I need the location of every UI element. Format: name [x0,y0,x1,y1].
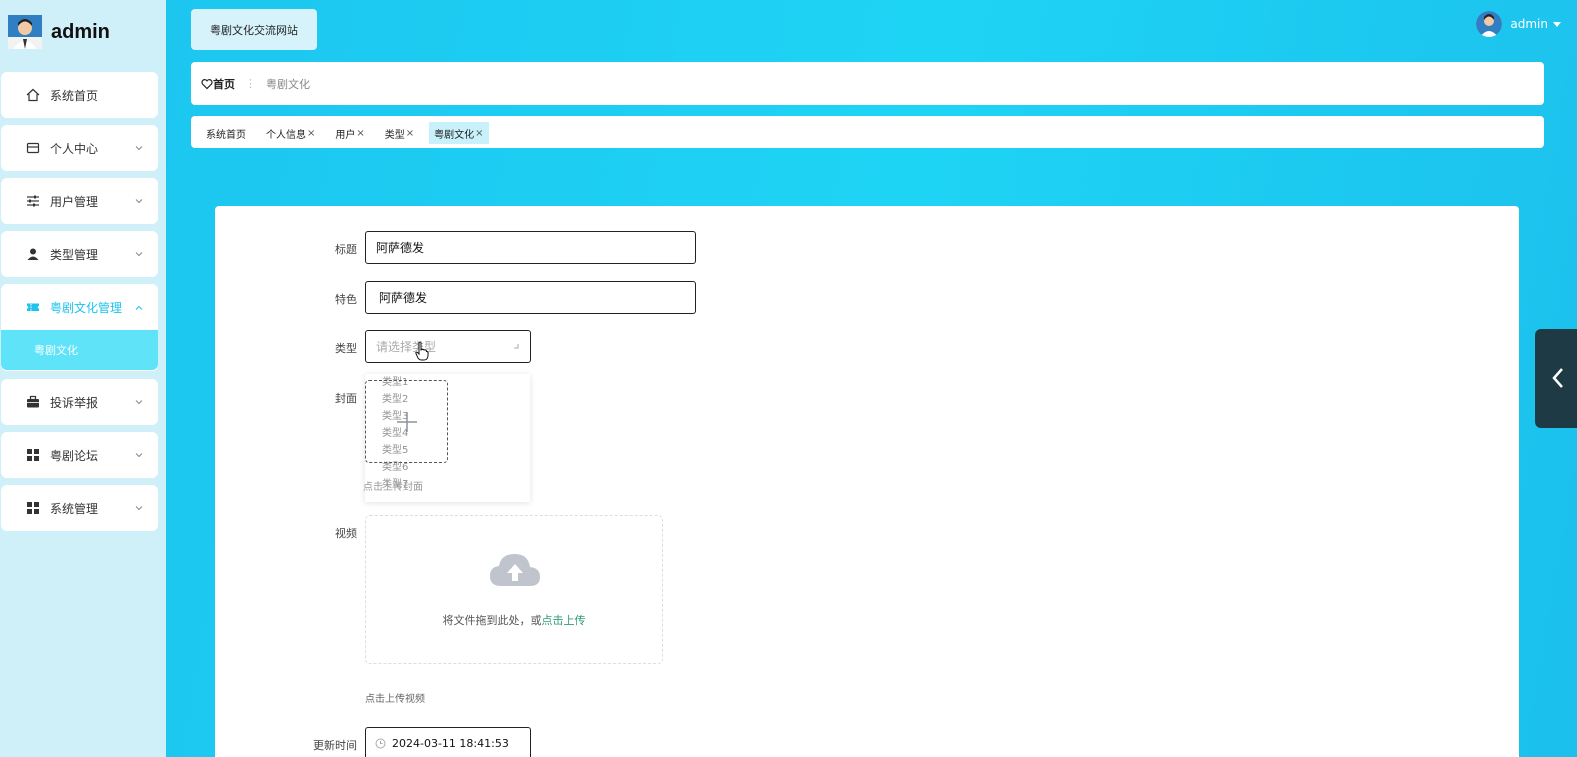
tab-label: 个人信息 [266,129,306,141]
sidebar-subitem-opera-culture[interactable]: 粤剧文化 [1,330,158,370]
tab-user[interactable]: 用户 × [330,122,369,144]
breadcrumb-separator: ⋮ [245,77,256,90]
cover-hint: 点击上传封面 [363,482,423,493]
upload-cloud-icon [490,554,540,586]
chevron-left-icon [1552,368,1563,388]
home-icon [25,87,41,103]
tab-label: 类型 [384,129,405,141]
sidebar-item-label: 个人中心 [50,141,99,156]
sidebar: admin 系统首页 个人中心 用户管理 类型管理 粤剧文化管理 粤剧文化 投诉… [0,0,166,757]
briefcase-icon [25,394,41,410]
tab-label: 粤剧文化 [434,129,475,141]
ticket-icon [25,299,41,315]
sidebar-item-personal-center[interactable]: 个人中心 [1,125,158,171]
tab-personal-info[interactable]: 个人信息 × [261,122,320,144]
plus-icon [397,412,417,432]
sidebar-item-forum[interactable]: 粤剧论坛 [1,432,158,478]
chevron-down-icon [134,195,144,205]
grid-icon [25,500,41,516]
video-drop-text: 将文件拖到此处，或点击上传 [366,612,662,628]
update-time-picker[interactable]: 2024-03-11 18:41:53 [365,727,531,757]
user-name: admin [1510,17,1548,31]
site-name-button[interactable]: 粤剧文化交流网站 [191,9,317,50]
video-upload-dropzone[interactable]: 将文件拖到此处，或点击上传 [365,515,663,664]
sidebar-item-user-management[interactable]: 用户管理 [1,178,158,224]
cover-upload[interactable] [365,380,448,463]
sidebar-item-label: 系统管理 [50,501,99,516]
sidebar-item-label: 粤剧文化管理 [50,301,123,315]
video-upload-link[interactable]: 点击上传 [542,614,586,627]
chevron-down-icon [134,396,144,406]
video-label: 视频 [335,527,357,540]
tab-home[interactable]: 系统首页 [201,122,251,144]
hand-cursor-icon [415,341,429,364]
breadcrumb-home[interactable]: 首页 [201,76,235,92]
breadcrumb-home-label: 首页 [213,77,235,91]
grid-icon [25,447,41,463]
close-icon[interactable]: × [406,128,414,139]
close-icon[interactable]: × [356,128,364,139]
tab-opera-culture[interactable]: 粤剧文化 × [429,122,489,144]
sidebar-item-label: 类型管理 [50,247,99,262]
sidebar-item-type-management[interactable]: 类型管理 [1,231,158,277]
title-input[interactable]: 阿萨德发 [365,231,696,264]
clock-icon [375,738,386,749]
sidebar-item-label: 投诉举报 [50,395,99,410]
tab-label: 用户 [335,129,356,141]
chevron-down-icon [134,502,144,512]
sidebar-item-label: 系统首页 [50,88,99,103]
close-icon[interactable]: × [475,128,483,139]
feature-input[interactable]: 阿萨德发 [365,281,696,314]
type-select[interactable]: 请选择类型 [365,330,531,363]
caret-down-icon [1553,21,1561,27]
close-icon[interactable]: × [307,128,315,139]
type-label: 类型 [335,342,357,355]
tab-label: 系统首页 [206,129,246,141]
tab-type[interactable]: 类型 × [380,122,419,144]
cover-label: 封面 [335,392,357,405]
user-menu[interactable]: admin [1476,11,1561,37]
breadcrumb-current: 粤剧文化 [266,77,310,91]
chevron-up-icon [134,302,144,312]
tags-bar: 系统首页 个人信息 × 用户 × 类型 × 粤剧文化 × [191,116,1544,148]
chevron-down-icon [134,449,144,459]
brand-avatar [8,15,42,49]
video-drop-instruction: 将文件拖到此处，或 [442,614,542,627]
brand: admin [8,14,110,50]
chevron-down-icon [134,248,144,258]
title-label: 标题 [335,243,357,256]
chevron-down-icon [134,142,144,152]
user-icon [25,246,41,262]
sidebar-item-complaints[interactable]: 投诉举报 [1,379,158,425]
heart-icon [201,78,213,89]
wallet-icon [25,140,41,156]
form-card: 标题 阿萨德发 特色 阿萨德发 类型 请选择类型 封面 类型1 类型2 类型3 … [215,206,1519,757]
sidebar-item-home[interactable]: 系统首页 [1,72,158,118]
user-avatar [1476,11,1503,37]
breadcrumb: 首页 ⋮ 粤剧文化 [191,62,1544,105]
update-time-value: 2024-03-11 18:41:53 [392,737,509,750]
watermark: CSDN @亦月学姐毕设 [1257,712,1512,741]
sidebar-item-system-management[interactable]: 系统管理 [1,485,158,531]
side-panel-toggle[interactable] [1535,329,1577,428]
update-time-label: 更新时间 [313,739,357,752]
chevron-down-icon [511,340,521,354]
sliders-icon [25,193,41,209]
sidebar-item-label: 粤剧论坛 [50,448,99,463]
video-hint: 点击上传视频 [365,694,425,705]
feature-label: 特色 [335,293,357,306]
brand-title: admin [51,20,110,43]
sidebar-item-label: 用户管理 [50,194,99,209]
